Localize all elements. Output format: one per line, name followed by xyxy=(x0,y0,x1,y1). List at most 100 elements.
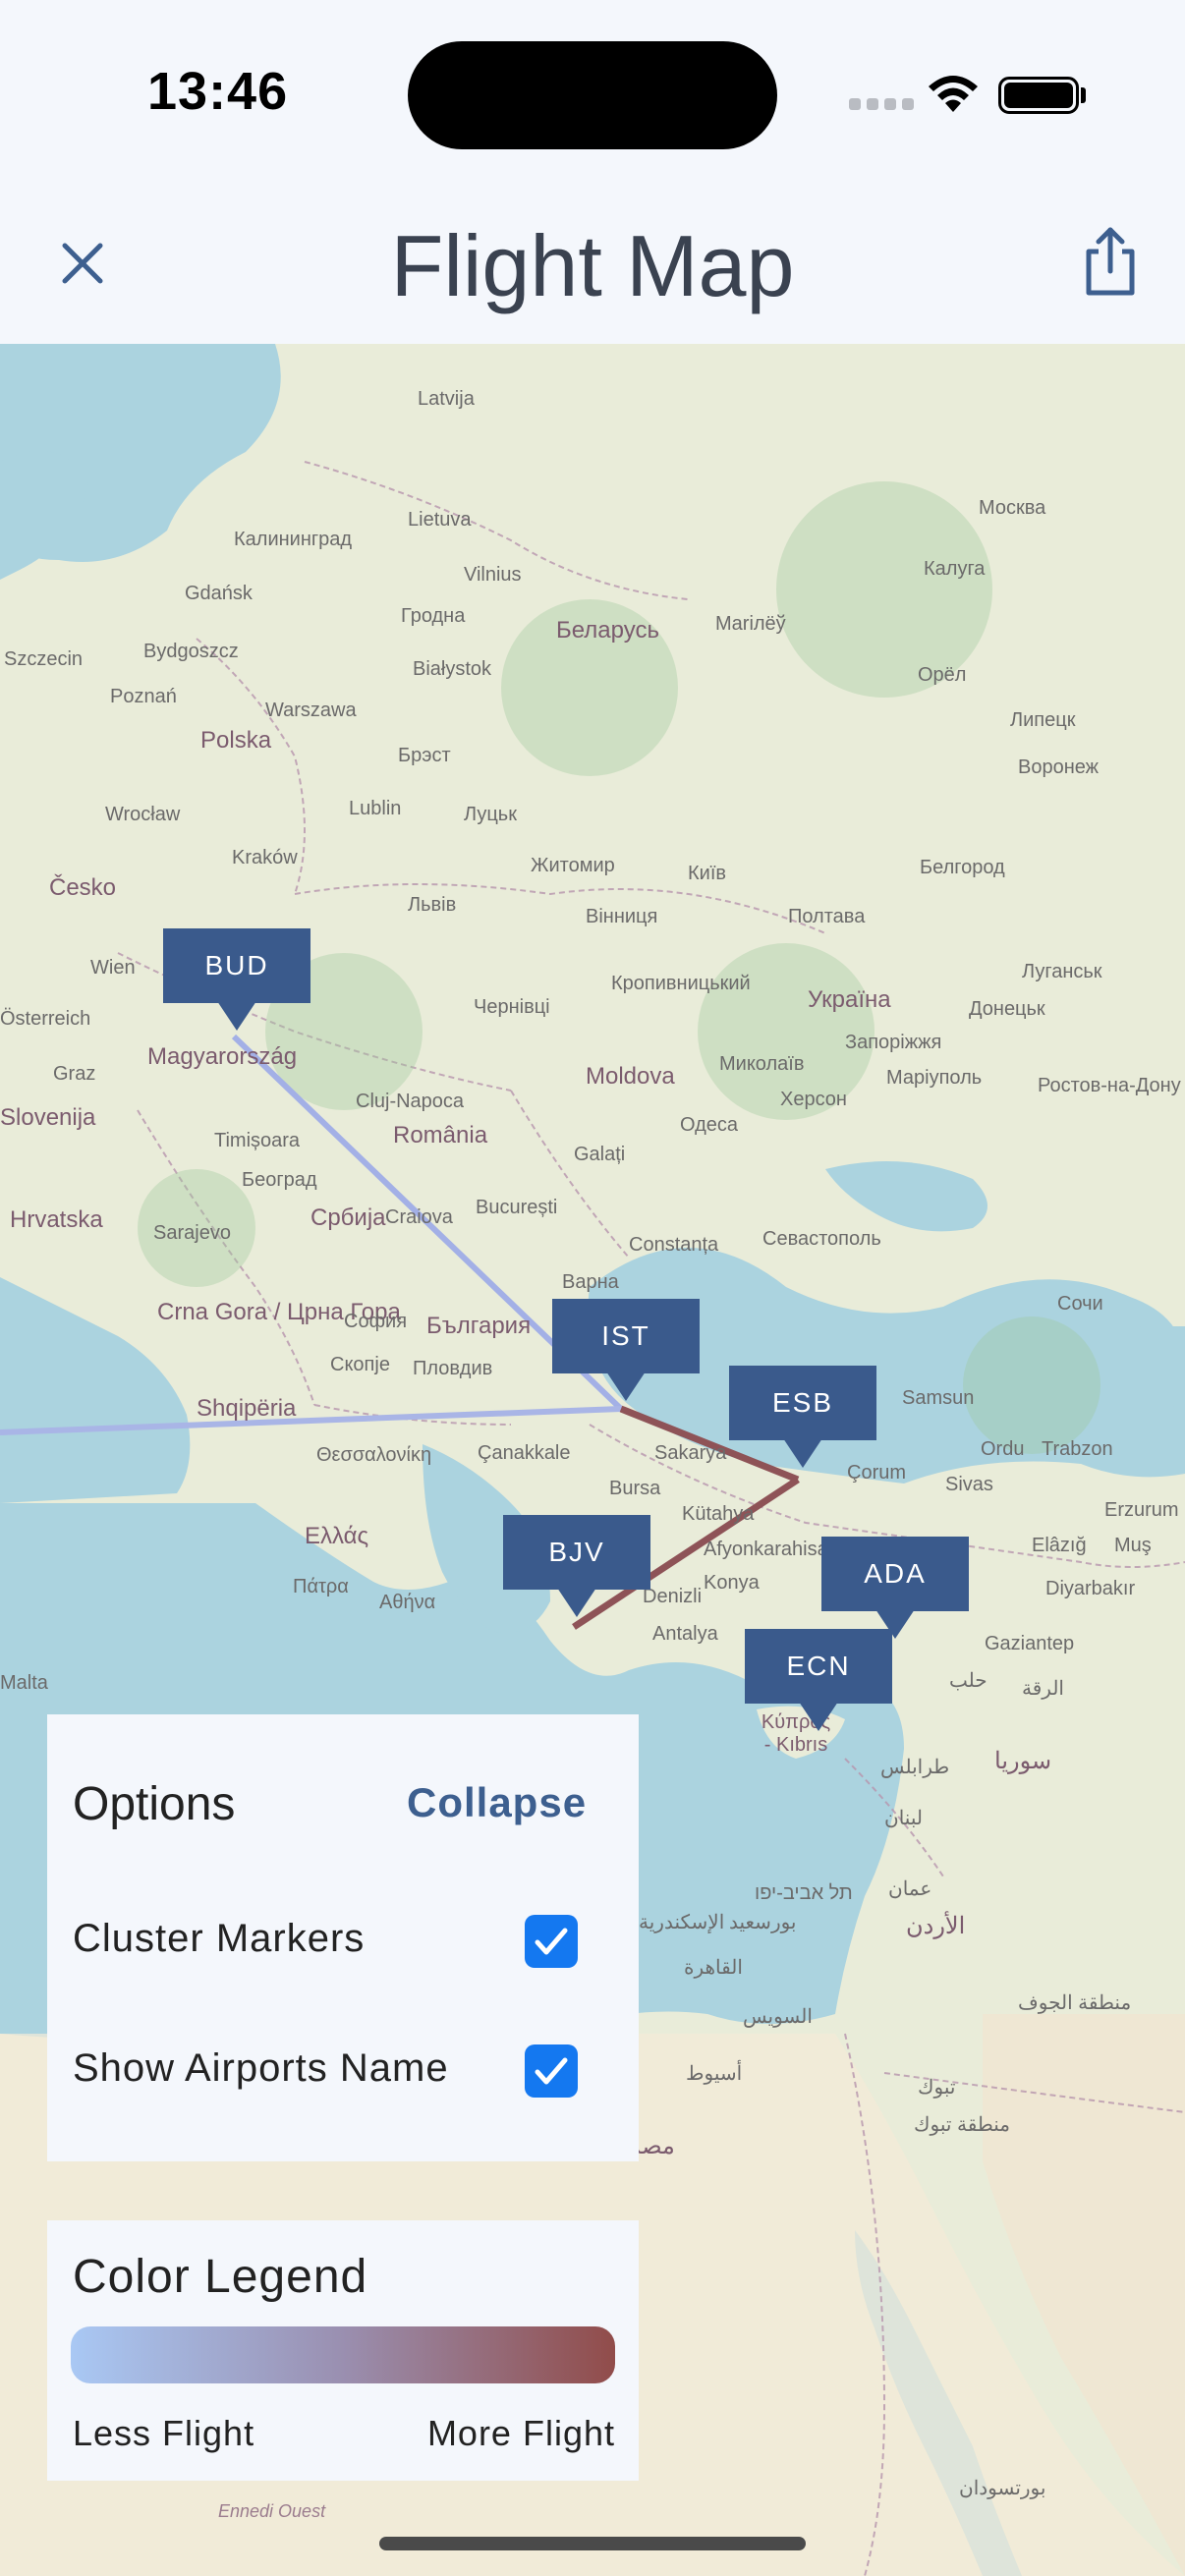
map-place: România xyxy=(393,1122,488,1148)
map-place: Erzurum xyxy=(1104,1499,1179,1521)
map-place: Пловдив xyxy=(413,1358,493,1379)
airport-marker-bud[interactable]: BUD xyxy=(163,928,310,1031)
map-place: Muş xyxy=(1114,1535,1152,1556)
airport-marker-ada[interactable]: ADA xyxy=(821,1537,969,1639)
home-indicator[interactable] xyxy=(379,2537,806,2550)
map-place: Białystok xyxy=(413,658,492,680)
legend-gradient-bar xyxy=(71,2326,615,2383)
share-button[interactable] xyxy=(1081,226,1148,305)
map-place: Ελλάς xyxy=(305,1523,369,1549)
map-place: Скопје xyxy=(330,1354,390,1375)
map-place: Wien xyxy=(90,957,136,979)
map-place: منطقة تبوك xyxy=(914,2114,1010,2136)
map-place: Брэст xyxy=(398,745,451,766)
map-place: منطقة الجوف xyxy=(1018,1992,1132,2014)
cellular-signal-icon xyxy=(849,98,914,110)
map-place: Hrvatska xyxy=(10,1206,103,1233)
map-place: Одеса xyxy=(680,1114,739,1136)
map-place: حلب xyxy=(949,1670,988,1692)
map-place: Вінниця xyxy=(586,906,658,927)
checkmark-icon xyxy=(535,1928,568,1955)
show-airports-name-label: Show Airports Name xyxy=(73,2046,449,2090)
airport-marker-bjv[interactable]: BJV xyxy=(503,1515,650,1617)
map-place: Москва xyxy=(979,497,1046,519)
map-place: Mariлёў xyxy=(715,613,786,635)
map-place: Constanța xyxy=(629,1234,719,1256)
map-place: الإسكندرية xyxy=(639,1912,725,1933)
map-place: България xyxy=(426,1313,532,1339)
map-place: Lietuva xyxy=(408,509,472,531)
collapse-button[interactable]: Collapse xyxy=(407,1779,587,1826)
map-place: Craiova xyxy=(385,1206,453,1228)
map-place: Diyarbakır xyxy=(1045,1578,1136,1599)
map-place: Гродна xyxy=(401,605,466,627)
page-title: Flight Map xyxy=(390,217,795,314)
map-place: Konya xyxy=(704,1572,760,1594)
map-place: Ростов-на-Дону xyxy=(1038,1075,1181,1096)
map-place: Сочи xyxy=(1057,1293,1103,1315)
map-place: Калуга xyxy=(924,558,986,580)
map-place: Çorum xyxy=(847,1462,907,1484)
map-place: Липецк xyxy=(1010,709,1076,731)
map-place: Latvija xyxy=(418,388,475,410)
options-panel: Options Collapse Cluster Markers Show Ai… xyxy=(47,1714,639,2161)
checkmark-icon xyxy=(535,2057,568,2085)
map-place: Србија xyxy=(310,1204,386,1231)
map-place: Полтава xyxy=(788,906,866,927)
map-place: السويس xyxy=(743,2006,813,2028)
map-place: Gaziantep xyxy=(985,1633,1075,1654)
map-place: תל אביב-יפו xyxy=(755,1882,853,1904)
map-place: Львів xyxy=(408,894,457,916)
color-legend: Color Legend Less Flight More Flight xyxy=(47,2220,639,2481)
map-place: Vilnius xyxy=(464,564,522,586)
map-place: Kütahya xyxy=(682,1503,755,1525)
status-time: 13:46 xyxy=(147,62,289,121)
show-airports-name-checkbox[interactable] xyxy=(525,2044,578,2098)
map-place: Slovenija xyxy=(0,1104,96,1131)
map-place: Sakarya xyxy=(654,1442,727,1464)
map-place: Ennedi Ouest xyxy=(218,2501,326,2521)
map-place: Bydgoszcz xyxy=(143,641,239,662)
airport-marker-esb[interactable]: ESB xyxy=(729,1366,876,1468)
map-place: أسيوط xyxy=(686,2063,743,2085)
options-title: Options xyxy=(73,1778,236,1830)
map-place: Samsun xyxy=(902,1387,975,1409)
route-west-ist xyxy=(0,1406,622,1435)
map-place: Magyarország xyxy=(147,1043,298,1070)
map-place: Чернівці xyxy=(474,996,550,1018)
map-place: Белгород xyxy=(920,857,1005,878)
map-place: София xyxy=(344,1311,408,1332)
map-place: Херсон xyxy=(780,1089,847,1110)
map-place: Україна xyxy=(808,986,891,1013)
map-place: Cluj-Napoca xyxy=(356,1091,465,1112)
map-place: Πάτρα xyxy=(293,1576,349,1597)
map-place: Калининград xyxy=(234,529,353,550)
battery-icon xyxy=(998,77,1079,114)
map-place: Denizli xyxy=(643,1586,703,1607)
map-place: Moldova xyxy=(586,1063,675,1090)
map-place: Sarajevo xyxy=(153,1222,231,1244)
map-place: Воронеж xyxy=(1018,756,1100,778)
legend-more-label: More Flight xyxy=(426,2413,615,2453)
airport-marker-ecn[interactable]: ECN xyxy=(745,1629,892,1731)
map-place: Çanakkale xyxy=(478,1442,571,1464)
map-place: Kraków xyxy=(232,847,298,868)
airport-marker-ist[interactable]: IST xyxy=(552,1299,700,1401)
map-place: Szczecin xyxy=(4,648,84,670)
map-place: Österreich xyxy=(0,1008,91,1030)
cluster-markers-checkbox[interactable] xyxy=(525,1915,578,1968)
map-place: Луганськ xyxy=(1022,961,1102,982)
map-place: Antalya xyxy=(652,1623,718,1645)
map-place: Житомир xyxy=(531,855,615,876)
map-place: Bursa xyxy=(609,1478,661,1499)
dynamic-island xyxy=(408,41,777,149)
map-place: سوريا xyxy=(994,1748,1052,1774)
map-place: București xyxy=(476,1197,558,1218)
map-place: Galați xyxy=(574,1144,626,1165)
legend-less-label: Less Flight xyxy=(73,2413,255,2453)
share-icon xyxy=(1086,227,1135,296)
map-place: بورتسودان xyxy=(959,2478,1046,2499)
map-place: Београд xyxy=(242,1169,317,1191)
map-place: Донецьк xyxy=(969,998,1045,1020)
map-place: Lublin xyxy=(349,798,402,819)
